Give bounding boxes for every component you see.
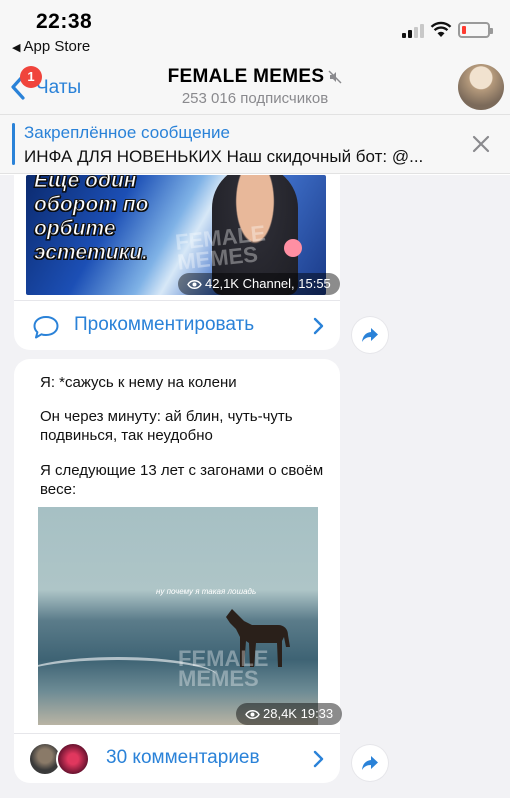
views-icon	[187, 280, 202, 289]
post-author-time: Channel, 15:55	[242, 276, 331, 291]
channel-name: FEMALE MEMES	[167, 66, 325, 87]
post-text-line: Он через минуту: ай блин, чуть-чуть подв…	[40, 408, 293, 444]
comment-label: Прокомментировать	[74, 314, 255, 335]
cellular-signal-icon	[402, 22, 428, 38]
channel-post: Ещё один оборот по орбите эстетики. FEMA…	[14, 175, 340, 350]
meme-text-line: Ещё один	[33, 175, 137, 193]
pinned-accent-bar	[12, 123, 15, 165]
battery-icon	[458, 22, 493, 38]
status-bar: 22:38 ◀ App Store	[0, 0, 510, 62]
channel-avatar[interactable]	[458, 64, 504, 110]
chevron-right-icon	[313, 750, 324, 768]
post-text-line: Я следующие 13 лет с загонами о своём ве…	[40, 462, 324, 498]
wifi-icon	[430, 21, 452, 37]
comment-button[interactable]: Прокомментировать	[14, 300, 340, 350]
post-time: 19:33	[300, 706, 334, 721]
watermark: FEMALE MEMES	[178, 646, 269, 691]
message-list[interactable]: Ещё один оборот по орбите эстетики. FEMA…	[0, 175, 510, 798]
share-button[interactable]	[352, 317, 388, 353]
image-caption: ну почему я такая лошадь	[156, 587, 257, 596]
back-triangle-icon: ◀	[12, 42, 21, 54]
watermark: FEMALE MEMES	[174, 220, 267, 275]
pinned-message[interactable]: Закреплённое сообщение ИНФА ДЛЯ НОВЕНЬКИ…	[0, 114, 510, 174]
mute-icon	[328, 70, 342, 84]
post-meta: 28,4K 19:33	[236, 703, 343, 725]
comments-button[interactable]: 30 комментариев	[14, 733, 340, 783]
share-arrow-icon	[362, 328, 378, 342]
back-to-app-link[interactable]: ◀ App Store	[12, 38, 90, 55]
channel-title[interactable]: FEMALE MEMES	[0, 66, 510, 88]
avatar	[56, 742, 90, 776]
comment-bubble-icon	[33, 316, 59, 339]
meme-text-line: эстетики.	[34, 241, 149, 265]
close-icon[interactable]	[470, 133, 492, 155]
channel-post: Я: *сажусь к нему на колени Он через мин…	[14, 359, 343, 783]
chevron-right-icon	[313, 317, 324, 335]
views-count: 28,4K	[263, 706, 297, 721]
meme-text-line: оборот по	[33, 193, 149, 217]
back-app-label: App Store	[23, 38, 91, 55]
views-count: 42,1K	[205, 276, 239, 291]
pinned-text: ИНФА ДЛЯ НОВЕНЬКИХ Наш скидочный бот: @.…	[24, 147, 424, 166]
comments-count-label: 30 комментариев	[106, 747, 260, 768]
meme-text-line: орбите	[34, 217, 117, 241]
post-meta: 42,1K Channel, 15:55	[178, 273, 340, 295]
pinned-title: Закреплённое сообщение	[24, 123, 230, 142]
commenter-avatars	[28, 742, 92, 776]
chat-header: Чаты 1 FEMALE MEMES 253 016 подписчиков	[0, 62, 510, 114]
share-arrow-icon	[362, 756, 378, 770]
subscriber-count: 253 016 подписчиков	[181, 90, 329, 107]
views-icon	[245, 710, 260, 719]
post-text-line: Я: *сажусь к нему на колени	[40, 374, 237, 391]
post-image[interactable]: ну почему я такая лошадь FEMALE MEMES	[38, 507, 318, 725]
share-button[interactable]	[352, 745, 388, 781]
battery-level	[462, 26, 466, 34]
status-time: 22:38	[36, 10, 93, 33]
